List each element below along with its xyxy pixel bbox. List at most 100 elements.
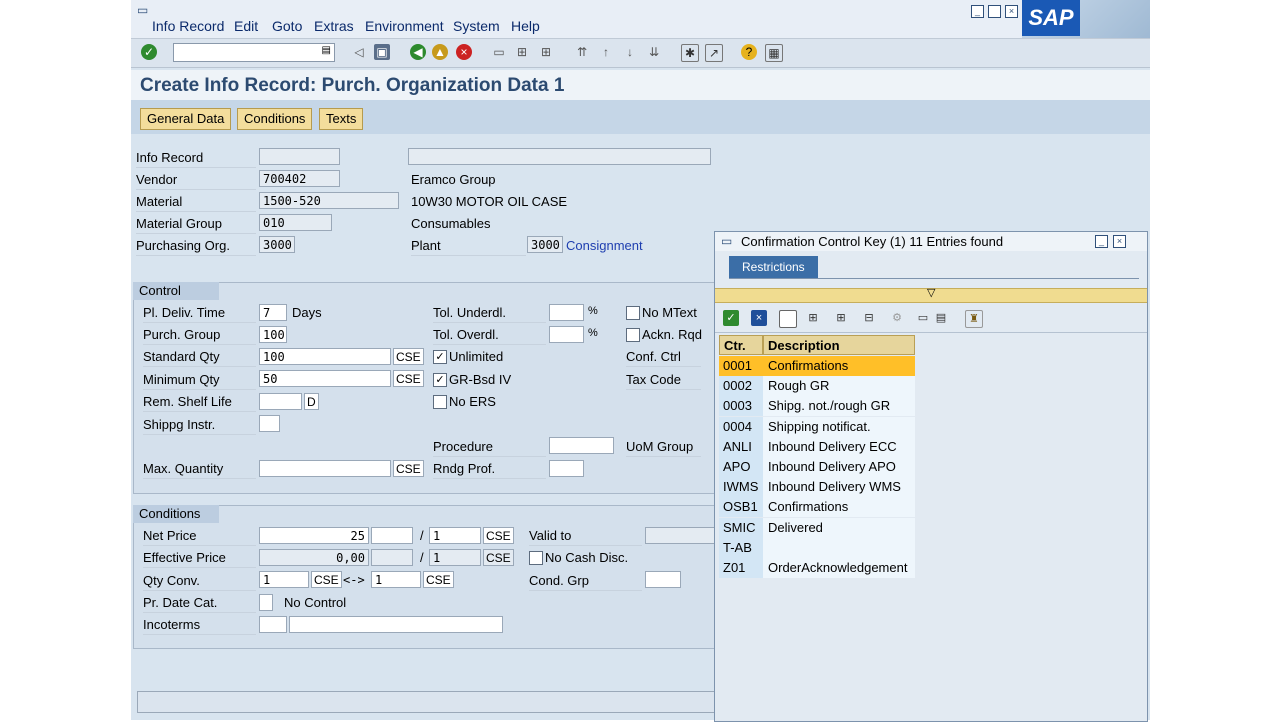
list-item[interactable]: 0004 Shipping notificat.: [719, 416, 915, 437]
qty-conv-b-unit[interactable]: CSE: [423, 571, 454, 588]
standard-qty-unit[interactable]: CSE: [393, 348, 424, 365]
pr-date-cat-input[interactable]: [259, 594, 273, 611]
column-header-key[interactable]: Ctr.: [719, 335, 763, 355]
shelf-life-unit[interactable]: D: [304, 393, 319, 410]
save-icon[interactable]: ▣: [374, 44, 390, 60]
find-icon[interactable]: ⊞: [805, 310, 821, 326]
list-item[interactable]: SMIC Delivered: [719, 517, 915, 538]
list-item[interactable]: APO Inbound Delivery APO: [719, 457, 915, 477]
enter-check-icon[interactable]: ✓: [141, 44, 157, 60]
general-data-button[interactable]: General Data: [140, 108, 232, 130]
list-item[interactable]: ANLI Inbound Delivery ECC: [719, 436, 915, 457]
divider: [143, 634, 256, 635]
close-icon[interactable]: ×: [1005, 5, 1018, 18]
last-page-icon[interactable]: ⇊: [646, 44, 662, 60]
gr-bsd-iv-checkbox[interactable]: ✓: [433, 373, 447, 387]
minimum-qty-unit[interactable]: CSE: [393, 370, 424, 387]
list-item[interactable]: IWMS Inbound Delivery WMS: [719, 477, 915, 498]
minimum-qty-input[interactable]: 50: [259, 370, 391, 387]
popup-window-icon[interactable]: ▭: [721, 232, 732, 251]
info-record-field: [259, 148, 340, 165]
tol-underdl-input[interactable]: [549, 304, 584, 321]
sort-icon[interactable]: ⊟: [861, 310, 877, 326]
net-price-per-input[interactable]: 1: [429, 527, 481, 544]
arrow-left-icon[interactable]: ◁: [351, 44, 367, 60]
list-item[interactable]: T-AB: [719, 537, 915, 558]
popup-close-icon[interactable]: ×: [1113, 235, 1126, 248]
menu-help[interactable]: Help: [511, 18, 540, 34]
window-menu-icon[interactable]: ▭: [137, 3, 148, 17]
restrictions-tab[interactable]: Restrictions: [729, 256, 818, 278]
cond-grp-input[interactable]: [645, 571, 681, 588]
net-price-input[interactable]: 25: [259, 527, 369, 544]
list-item[interactable]: 0001 Confirmations: [719, 356, 915, 376]
back-icon[interactable]: ◀: [410, 44, 426, 60]
shelf-life-input[interactable]: [259, 393, 302, 410]
list-item[interactable]: OSB1 Confirmations: [719, 497, 915, 518]
shippg-instr-input[interactable]: [259, 415, 280, 432]
column-header-description[interactable]: Description: [763, 335, 915, 355]
print-icon[interactable]: ▭: [491, 44, 507, 60]
menu-environment[interactable]: Environment: [365, 18, 444, 34]
next-page-icon[interactable]: ↓: [622, 44, 638, 60]
shortcut-icon[interactable]: ↗: [705, 44, 723, 62]
material-group-name: Consumables: [411, 216, 491, 231]
find-icon[interactable]: ⊞: [514, 44, 530, 60]
layout-icon[interactable]: ▤: [933, 310, 949, 326]
effective-price-field: 0,00: [259, 549, 369, 566]
new-document-icon[interactable]: [779, 310, 797, 328]
net-price-unit[interactable]: CSE: [483, 527, 514, 544]
restriction-toggle-bar[interactable]: ▽: [715, 287, 1147, 303]
texts-button[interactable]: Texts: [319, 108, 364, 130]
qty-conv-a-unit[interactable]: CSE: [311, 571, 342, 588]
standard-qty-input[interactable]: 100: [259, 348, 391, 365]
qty-conv-b-input[interactable]: 1: [371, 571, 421, 588]
cancel-x-icon[interactable]: ×: [751, 310, 767, 326]
qty-conv-a-input[interactable]: 1: [259, 571, 309, 588]
net-price-currency[interactable]: [371, 527, 413, 544]
menu-system[interactable]: System: [453, 18, 500, 34]
popup-minimize-icon[interactable]: _: [1095, 235, 1108, 248]
incoterms-text-input[interactable]: [289, 616, 503, 633]
first-page-icon[interactable]: ⇈: [574, 44, 590, 60]
minimize-icon[interactable]: _: [971, 5, 984, 18]
no-ers-checkbox[interactable]: [433, 395, 447, 409]
list-item[interactable]: 0003 Shipg. not./rough GR: [719, 396, 915, 417]
purchasing-org-label: Purchasing Org.: [136, 238, 230, 253]
help-icon[interactable]: ?: [741, 44, 757, 60]
rndg-prof-input[interactable]: [549, 460, 584, 477]
personal-list-icon[interactable]: ♜: [965, 310, 983, 328]
command-field[interactable]: ▤: [173, 43, 335, 62]
find-next-icon[interactable]: ⊞: [833, 310, 849, 326]
tol-overdl-label: Tol. Overdl.: [433, 327, 499, 342]
previous-page-icon[interactable]: ↑: [598, 44, 614, 60]
list-item[interactable]: 0002 Rough GR: [719, 376, 915, 397]
plant-field: 3000: [527, 236, 563, 253]
ackn-rqd-checkbox[interactable]: [626, 328, 640, 342]
copy-check-icon[interactable]: ✓: [723, 310, 739, 326]
maximize-icon[interactable]: [988, 5, 1001, 18]
no-cash-disc-checkbox[interactable]: [529, 551, 543, 565]
menu-edit[interactable]: Edit: [234, 18, 258, 34]
procedure-input[interactable]: [549, 437, 614, 454]
exit-icon[interactable]: ▲: [432, 44, 448, 60]
purch-group-input[interactable]: 100: [259, 326, 287, 343]
list-item[interactable]: Z01 OrderAcknowledgement: [719, 558, 915, 578]
layout-menu-icon[interactable]: ▦: [765, 44, 783, 62]
max-quantity-input[interactable]: [259, 460, 391, 477]
conditions-button[interactable]: Conditions: [237, 108, 313, 130]
pl-deliv-time-input[interactable]: 7: [259, 304, 287, 321]
max-quantity-unit[interactable]: CSE: [393, 460, 424, 477]
command-history-icon[interactable]: ▤: [322, 45, 331, 56]
unlimited-checkbox[interactable]: ✓: [433, 350, 447, 364]
print-icon[interactable]: ▭: [915, 310, 931, 326]
no-mtext-checkbox[interactable]: [626, 306, 640, 320]
tol-overdl-input[interactable]: [549, 326, 584, 343]
menu-extras[interactable]: Extras: [314, 18, 354, 34]
menu-goto[interactable]: Goto: [272, 18, 302, 34]
menu-info-record[interactable]: Info Record: [152, 18, 224, 34]
new-session-icon[interactable]: ✱: [681, 44, 699, 62]
find-next-icon[interactable]: ⊞: [538, 44, 554, 60]
cancel-icon[interactable]: ×: [456, 44, 472, 60]
incoterms-input[interactable]: [259, 616, 287, 633]
